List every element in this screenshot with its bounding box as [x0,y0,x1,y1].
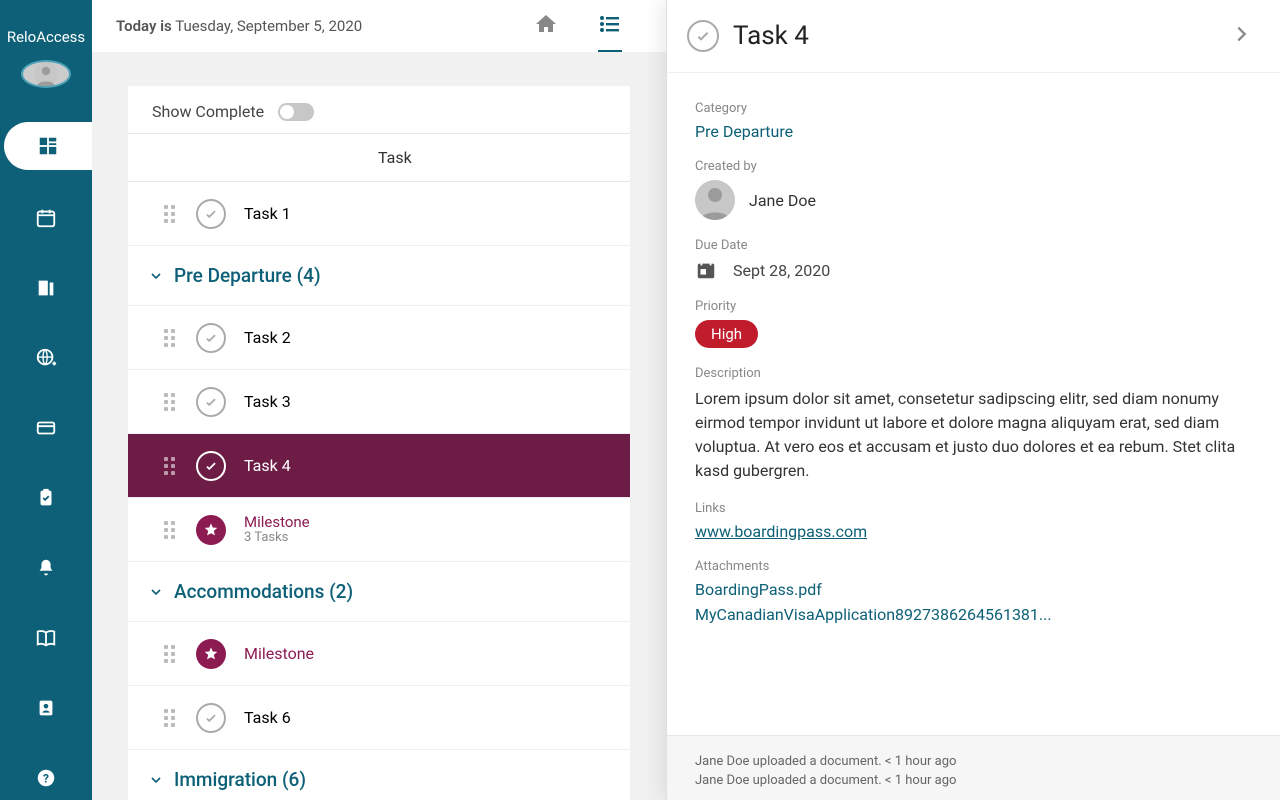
help-icon: ? [35,767,57,789]
nav-book[interactable] [24,616,68,660]
attachment-item[interactable]: MyCanadianVisaApplication892738626456138… [695,605,1252,624]
nav-notifications[interactable] [24,546,68,590]
task-row[interactable]: Task 2 [128,306,630,370]
chevron-right-icon [1230,23,1252,45]
detail-header: Task 4 [667,0,1280,73]
complete-toggle[interactable] [196,323,226,353]
brand: ReloAccess [7,28,85,46]
avatar-icon [23,62,69,86]
activity-entry: Jane Doe uploaded a document. < 1 hour a… [695,773,1252,788]
task-label: Task 3 [244,392,291,411]
milestone-label: Milestone [244,644,314,663]
task-panel: Show Complete Task Task 1 Pre Departure … [128,86,630,800]
content: Show Complete Task Task 1 Pre Departure … [92,52,666,800]
chevron-down-icon [148,268,164,284]
show-complete-row: Show Complete [128,86,630,134]
complete-toggle[interactable] [196,199,226,229]
clipboard-check-icon [35,487,57,509]
creator-avatar[interactable] [695,180,735,220]
description-text: Lorem ipsum dolor sit amet, consetetur s… [695,387,1252,483]
task-row[interactable]: Task 3 [128,370,630,434]
task-label: Task 6 [244,708,291,727]
section-header-immigration[interactable]: Immigration (6) [128,750,630,800]
nav-contact[interactable] [24,686,68,730]
field-category: Category Pre Departure [695,101,1252,141]
calendar-icon [695,259,717,281]
chevron-down-icon [148,772,164,788]
drag-handle-icon[interactable] [164,457,178,475]
drag-handle-icon[interactable] [164,329,178,347]
due-date-value: Sept 28, 2020 [733,261,830,280]
milestone-label: Milestone 3 Tasks [244,514,310,546]
calendar-icon [35,207,57,229]
milestone-row[interactable]: Milestone 3 Tasks [128,498,630,562]
drag-handle-icon[interactable] [164,521,178,539]
nav-help[interactable]: ? [24,756,68,800]
field-created-by: Created by Jane Doe [695,159,1252,220]
view-list-icon[interactable] [598,12,622,53]
priority-pill: High [695,320,758,348]
field-priority: Priority High [695,299,1252,348]
drag-handle-icon[interactable] [164,393,178,411]
detail-collapse-button[interactable] [1230,23,1252,49]
main: Today is Tuesday, September 5, 2020 Show… [92,0,666,800]
dashboard-icon [37,135,59,157]
milestone-star-icon [196,515,226,545]
top-view-icons [534,12,642,40]
section-header-pre-departure[interactable]: Pre Departure (4) [128,246,630,306]
task-row-selected[interactable]: Task 4 [128,434,630,498]
milestone-star-icon [196,639,226,669]
creator-name: Jane Doe [749,191,816,210]
avatar-icon [695,180,735,220]
today-text: Today is Tuesday, September 5, 2020 [116,17,362,35]
library-icon [35,277,57,299]
detail-body: Category Pre Departure Created by Jane D… [667,73,1280,735]
topbar: Today is Tuesday, September 5, 2020 [92,0,666,52]
section-header-accommodations[interactable]: Accommodations (2) [128,562,630,622]
nav-library[interactable] [24,266,68,310]
nav-items: ? [0,122,92,800]
bell-icon [35,557,57,579]
nav-card[interactable] [24,406,68,450]
activity-log: Jane Doe uploaded a document. < 1 hour a… [667,735,1280,800]
milestone-row[interactable]: Milestone [128,622,630,686]
drag-handle-icon[interactable] [164,645,178,663]
drag-handle-icon[interactable] [164,709,178,727]
detail-title: Task 4 [733,21,809,51]
detail-panel: Task 4 Category Pre Departure Created by… [666,0,1280,800]
complete-toggle[interactable] [196,451,226,481]
field-due-date: Due Date Sept 28, 2020 [695,238,1252,281]
card-icon [35,417,57,439]
task-row[interactable]: Task 1 [128,182,630,246]
detail-complete-toggle[interactable] [687,20,719,52]
nav-globe[interactable] [24,336,68,380]
complete-toggle[interactable] [196,387,226,417]
nav-tasks[interactable] [24,476,68,520]
activity-entry: Jane Doe uploaded a document. < 1 hour a… [695,754,1252,769]
task-label: Task 1 [244,204,291,223]
book-icon [35,627,57,649]
svg-text:?: ? [43,772,49,786]
id-card-icon [35,697,57,719]
view-home-icon[interactable] [534,12,558,40]
field-attachments: Attachments BoardingPass.pdf MyCanadianV… [695,559,1252,624]
complete-toggle[interactable] [196,703,226,733]
drag-handle-icon[interactable] [164,205,178,223]
chevron-down-icon [148,584,164,600]
task-column-header: Task [128,134,630,182]
task-row[interactable]: Task 6 [128,686,630,750]
show-complete-label: Show Complete [152,102,264,121]
show-complete-toggle[interactable] [278,103,314,121]
sidebar: ReloAccess ? [0,0,92,800]
field-links: Links www.boardingpass.com [695,501,1252,541]
task-label: Task 4 [244,456,291,475]
globe-plus-icon [35,347,57,369]
field-description: Description Lorem ipsum dolor sit amet, … [695,366,1252,483]
current-user-avatar[interactable] [21,60,71,88]
nav-dashboard[interactable] [4,122,92,170]
link-item[interactable]: www.boardingpass.com [695,522,867,541]
attachment-item[interactable]: BoardingPass.pdf [695,580,1252,599]
task-label: Task 2 [244,328,291,347]
nav-calendar[interactable] [24,196,68,240]
